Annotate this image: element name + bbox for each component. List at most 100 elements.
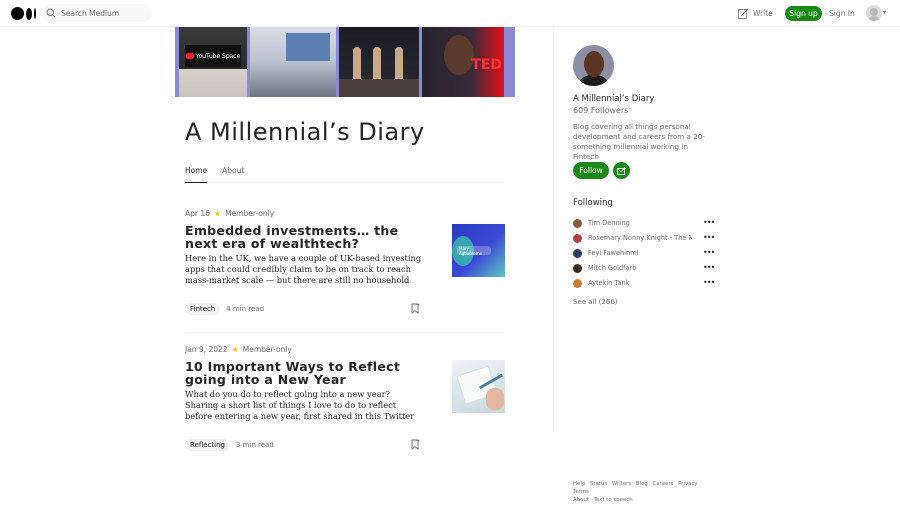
following-item[interactable]: Mitch Goldfarb ••• (573, 263, 715, 273)
sign-in-link[interactable]: Sign In (829, 9, 855, 18)
sidebar-publication-name[interactable]: A Millennial’s Diary (573, 94, 654, 104)
article-tag[interactable]: Fintech (185, 303, 221, 315)
read-time: 4 min read (226, 305, 265, 313)
bookmark-icon[interactable] (411, 439, 420, 450)
following-avatar[interactable] (573, 278, 582, 288)
article-meta: Jan 9, 2022 ★ Member-only (185, 345, 505, 354)
panelist-figure (353, 47, 361, 79)
following-item[interactable]: Feyi Fawehinmi ••• (573, 248, 715, 258)
banner-photo-ted: TED (422, 27, 504, 97)
footer-link-about[interactable]: About (573, 497, 589, 503)
banner-photo-youtube: YouTube Space (179, 27, 247, 97)
speaker-portrait (444, 35, 474, 75)
publication-tabs: Home About (185, 164, 505, 183)
publication-title: A Millennial’s Diary (185, 118, 425, 146)
following-item[interactable]: Aytekin Tank ••• (573, 278, 715, 288)
medium-logo[interactable] (11, 7, 36, 20)
follow-button[interactable]: Follow (573, 162, 609, 179)
footer-link-writers[interactable]: Writers (612, 481, 631, 487)
footer-link-terms[interactable]: Terms (573, 489, 589, 495)
youtube-screen: YouTube Space (185, 45, 241, 67)
see-all-following-link[interactable]: See all (266) (573, 298, 618, 306)
article-divider (185, 332, 505, 333)
youtube-screen-text: YouTube Space (195, 52, 241, 60)
thumbnail-caption: Mary Agbaoreme (457, 246, 491, 256)
more-options-icon[interactable]: ••• (703, 248, 715, 257)
sidebar-footer: Help Status Writers Blog Careers Privacy… (573, 480, 713, 504)
member-star-icon: ★ (231, 345, 239, 354)
tab-about[interactable]: About (222, 164, 244, 183)
avatar-face (584, 51, 604, 77)
sidebar-divider (553, 27, 554, 433)
footer-link-careers[interactable]: Careers (653, 481, 674, 487)
publication-banner: YouTube Space TED (175, 27, 515, 97)
footer-link-privacy[interactable]: Privacy (678, 481, 698, 487)
more-options-icon[interactable]: ••• (703, 278, 715, 287)
panelist-figure (373, 47, 381, 79)
following-avatar[interactable] (573, 263, 582, 273)
article-title[interactable]: Embedded investments… the next era of we… (185, 224, 425, 250)
followers-count[interactable]: 609 Followers (573, 106, 628, 115)
sign-up-button[interactable]: Sign up (785, 6, 822, 21)
following-heading: Following (573, 198, 613, 208)
subscribe-email-button[interactable] (613, 162, 630, 179)
user-avatar[interactable] (866, 5, 882, 21)
more-options-icon[interactable]: ••• (703, 218, 715, 227)
footer-link-status[interactable]: Status (590, 481, 607, 487)
write-label: Write (753, 9, 773, 18)
following-avatar[interactable] (573, 218, 582, 228)
email-subscribe-icon (617, 166, 626, 175)
more-options-icon[interactable]: ••• (703, 263, 715, 272)
stage-floor (339, 79, 419, 97)
panel-screen (286, 33, 330, 61)
following-name[interactable]: Tim Denning (588, 219, 692, 227)
article-thumbnail[interactable] (452, 360, 505, 413)
footer-link-blog[interactable]: Blog (636, 481, 648, 487)
article-tag[interactable]: Reflecting (185, 439, 230, 451)
member-only-badge: Member-only (225, 209, 275, 218)
panelist-figure (395, 47, 403, 79)
article-card[interactable]: Apr 16 ★ Member-only Embedded investment… (185, 209, 505, 315)
member-only-badge: Member-only (242, 345, 292, 354)
following-name[interactable]: Rosemary Nonny Knight - The Mindset Pro (588, 234, 692, 242)
following-name[interactable]: Mitch Goldfarb (588, 264, 692, 272)
article-footer: Fintech 4 min read (185, 303, 264, 315)
article-snippet[interactable]: Here in the UK, we have a couple of UK-b… (185, 253, 425, 286)
article-date: Apr 16 (185, 209, 210, 218)
following-item[interactable]: Tim Denning ••• (573, 218, 715, 228)
logo-circle-large (11, 7, 24, 20)
more-options-icon[interactable]: ••• (703, 233, 715, 242)
article-card[interactable]: Jan 9, 2022 ★ Member-only 10 Important W… (185, 345, 505, 451)
article-title[interactable]: 10 Important Ways to Reflect going into … (185, 360, 425, 386)
article-footer: Reflecting 3 min read (185, 439, 274, 451)
article-snippet[interactable]: What do you do to reflect going into a n… (185, 389, 425, 422)
logo-circle-medium (26, 7, 32, 20)
publication-bio: Blog covering all things personal develo… (573, 122, 705, 161)
read-time: 3 min read (236, 441, 274, 449)
chevron-down-icon[interactable]: ▾ (883, 9, 886, 16)
article-date: Jan 9, 2022 (185, 345, 228, 354)
footer-link-help[interactable]: Help (573, 481, 585, 487)
write-icon (738, 8, 749, 19)
write-button[interactable]: Write (738, 8, 773, 19)
tab-home[interactable]: Home (185, 164, 208, 183)
following-avatar[interactable] (573, 248, 582, 258)
article-thumbnail[interactable]: Mary Agbaoreme (452, 224, 505, 277)
following-item[interactable]: Rosemary Nonny Knight - The Mindset Pro … (573, 233, 715, 243)
footer-link-text-to-speech[interactable]: Text to speech (594, 497, 633, 503)
thumbnail-hand (486, 388, 504, 410)
search-input[interactable] (61, 8, 141, 18)
following-name[interactable]: Aytekin Tank (588, 279, 692, 287)
following-avatar[interactable] (573, 233, 582, 243)
banner-photo-stage (339, 27, 419, 97)
publication-avatar[interactable] (573, 45, 614, 86)
logo-circle-small (34, 8, 36, 19)
article-meta: Apr 16 ★ Member-only (185, 209, 505, 218)
top-navbar: Write Sign up Sign In ▾ (0, 0, 900, 27)
search-box[interactable] (42, 4, 152, 22)
youtube-icon (185, 53, 194, 59)
ted-logo: TED (471, 57, 502, 73)
following-name[interactable]: Feyi Fawehinmi (588, 249, 692, 257)
banner-photo-panel (250, 27, 336, 97)
bookmark-icon[interactable] (411, 303, 420, 314)
